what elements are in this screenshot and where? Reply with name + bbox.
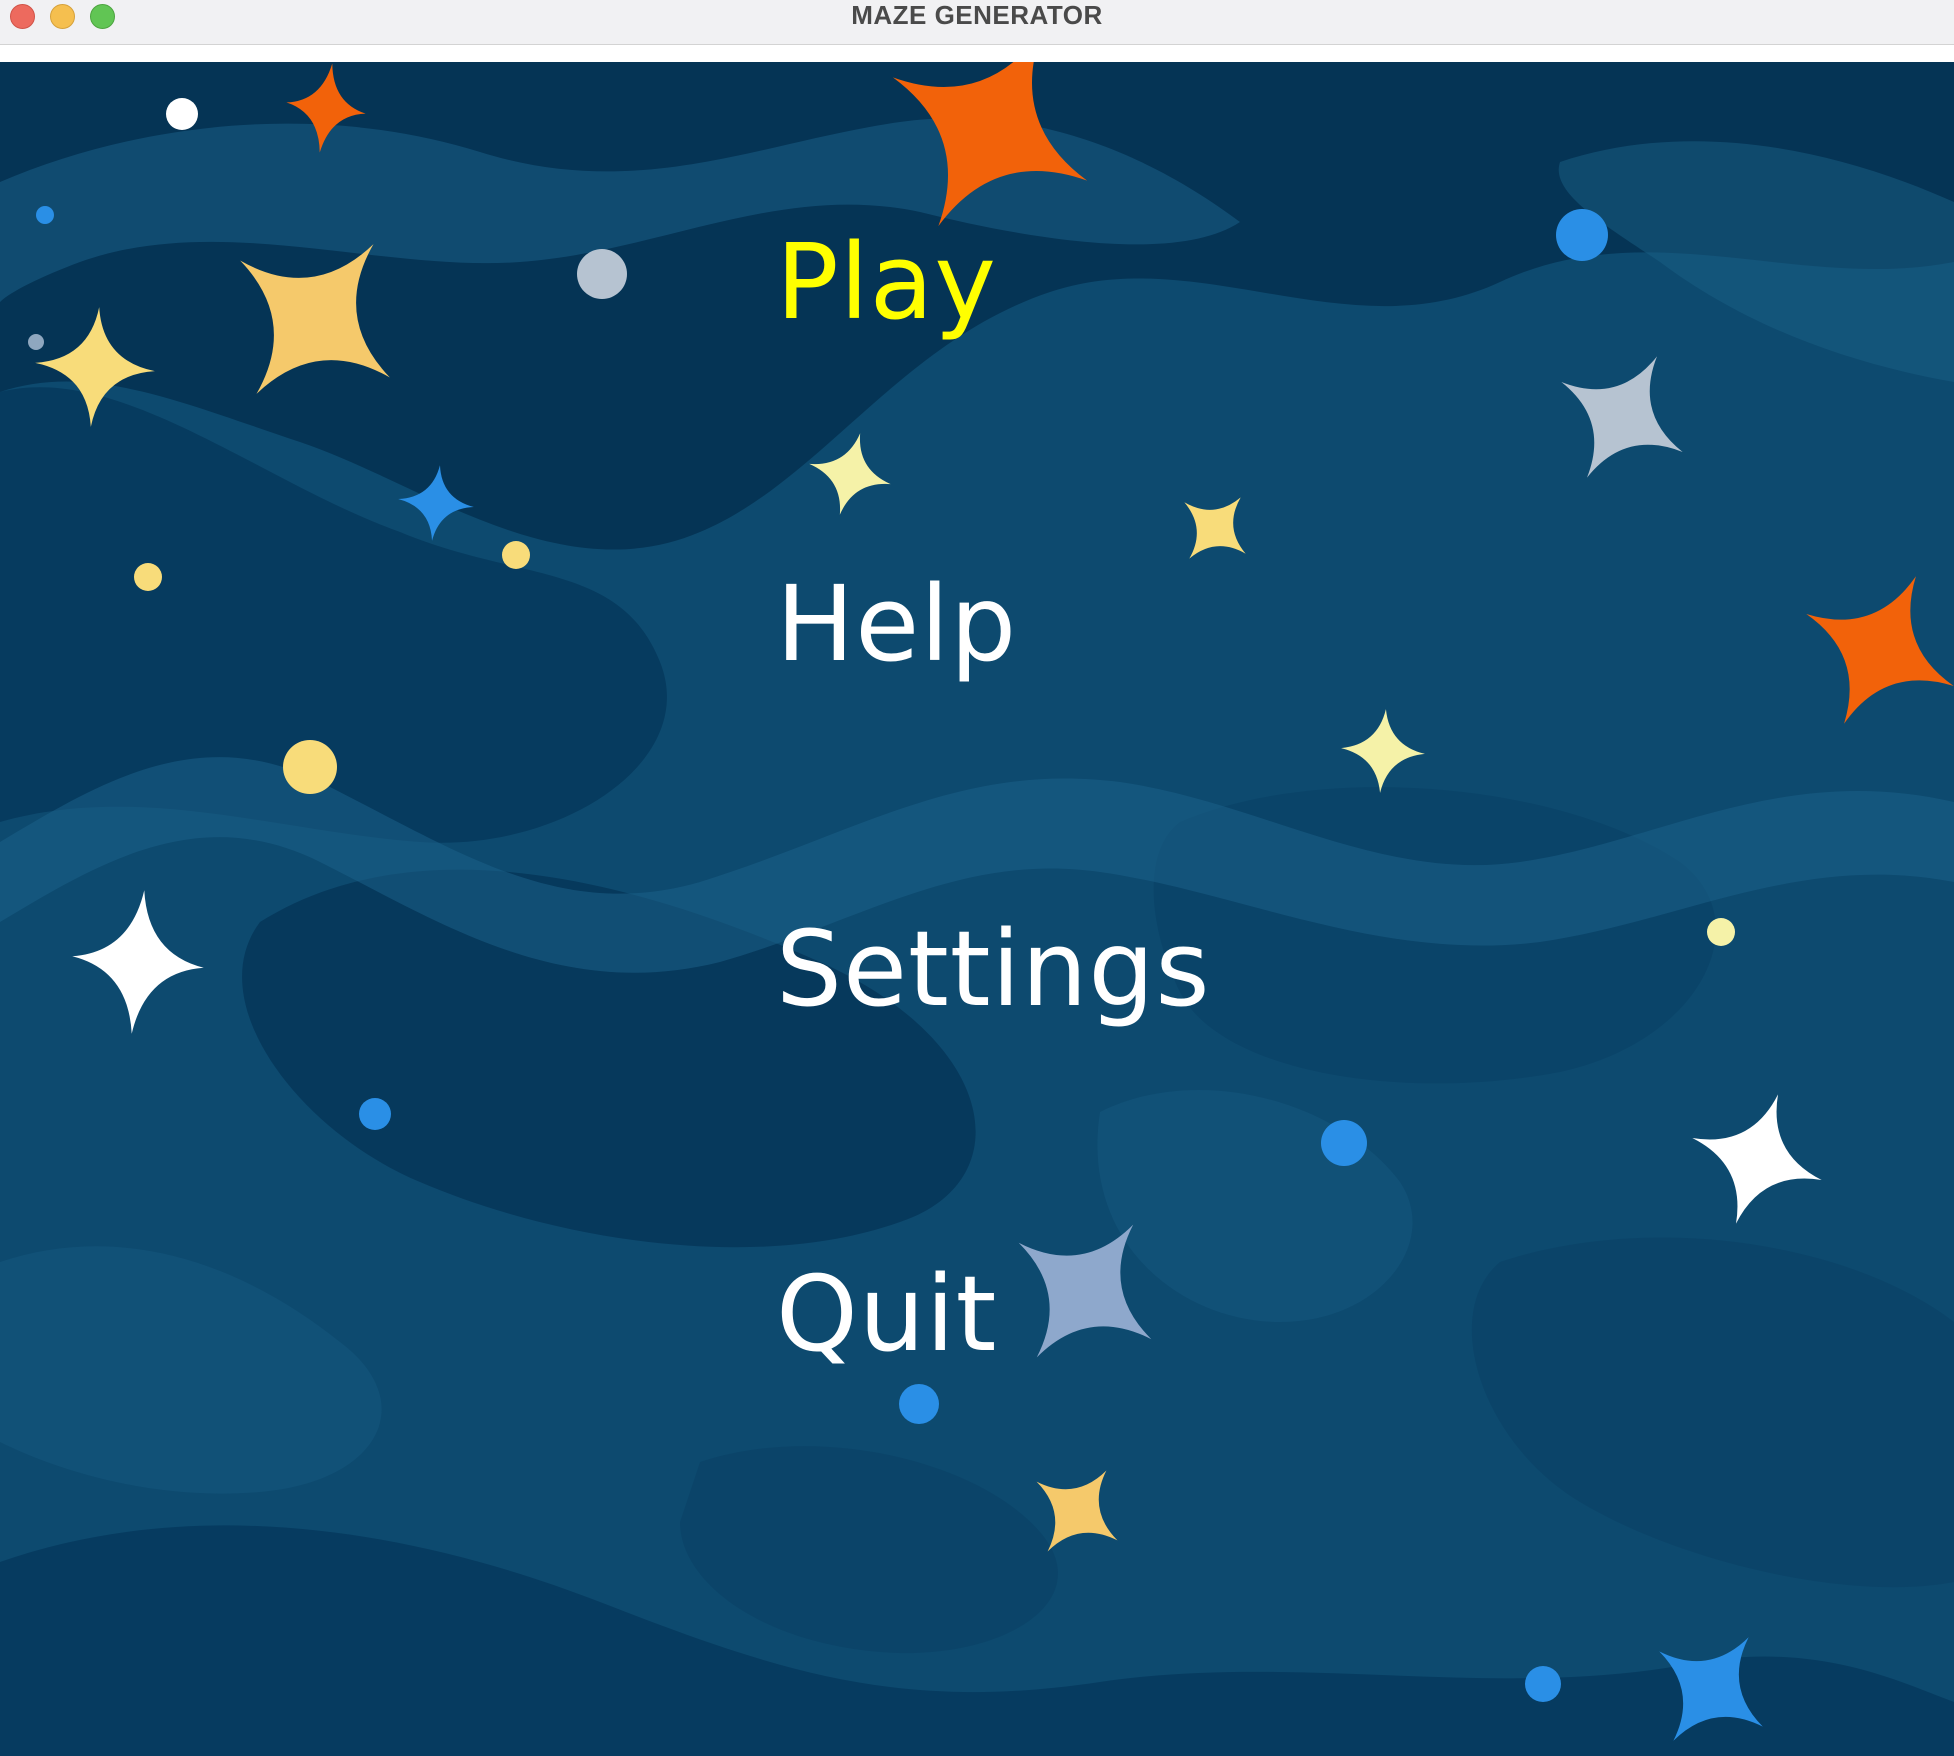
- title-separator: [0, 45, 1954, 62]
- menu-item-play[interactable]: Play: [776, 230, 997, 334]
- window-title: MAZE GENERATOR: [851, 0, 1103, 30]
- game-window: MAZE GENERATOR Play Help Settings Quit: [0, 0, 1954, 1756]
- title-bar[interactable]: MAZE GENERATOR: [0, 0, 1954, 45]
- menu-item-settings[interactable]: Settings: [776, 917, 1211, 1021]
- menu-item-help[interactable]: Help: [776, 572, 1017, 676]
- menu-item-quit[interactable]: Quit: [776, 1262, 997, 1366]
- menu-scene: Play Help Settings Quit: [0, 62, 1954, 1756]
